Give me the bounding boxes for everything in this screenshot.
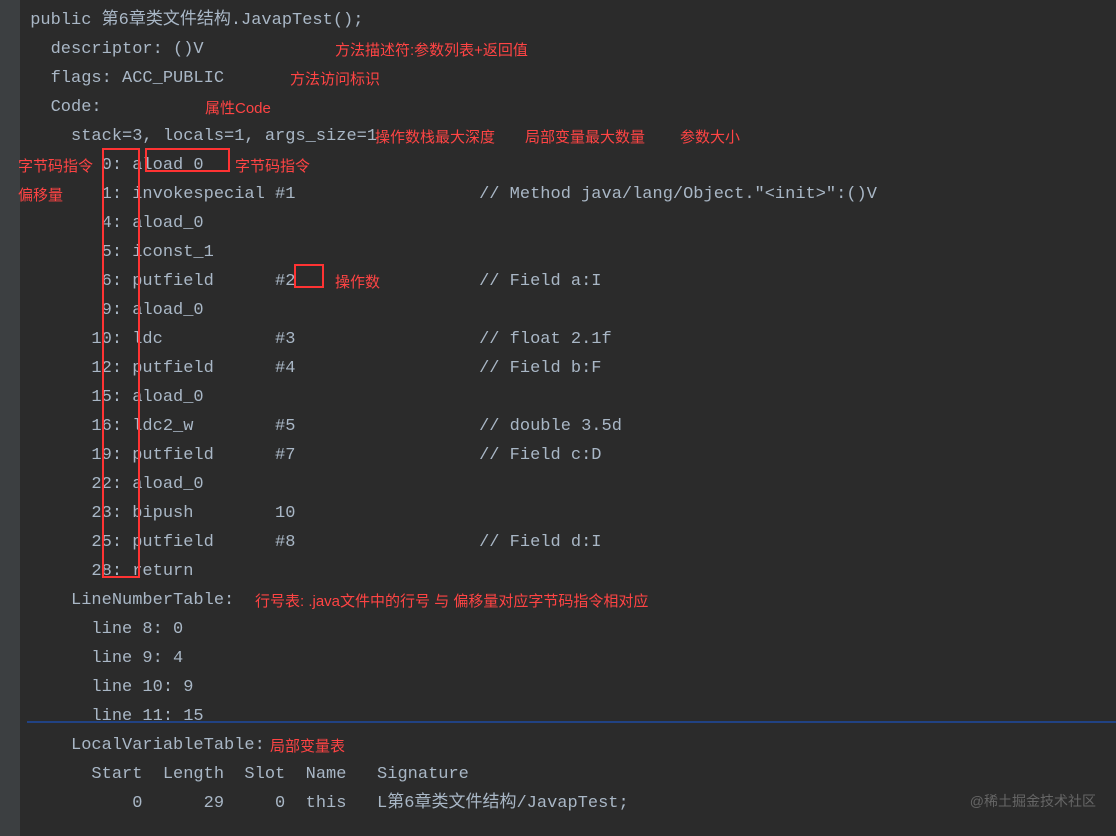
annotation-flags: 方法访问标识 [290, 65, 380, 94]
bytecode-line: 9: aload_0 [20, 296, 1116, 325]
annotation-stack: 操作数栈最大深度 [375, 123, 495, 152]
bytecode-line: 15: aload_0 [20, 383, 1116, 412]
lnt-entry: line 10: 9 [20, 673, 1116, 702]
annotation-lnt: 行号表: .java文件中的行号 与 偏移量对应字节码指令相对应 [255, 587, 648, 616]
bytecode-line: 22: aload_0 [20, 470, 1116, 499]
lvt-columns: Start Length Slot Name Signature [20, 760, 1116, 789]
method-signature: public 第6章类文件结构.JavapTest(); [20, 6, 1116, 35]
annotation-offset: 偏移量 [18, 181, 63, 210]
lnt-entry: line 8: 0 [20, 615, 1116, 644]
bytecode-line: 5: iconst_1 [20, 238, 1116, 267]
bytecode-line: 23: bipush 10 [20, 499, 1116, 528]
divider-line [27, 721, 1116, 723]
lnt-entry: line 9: 4 [20, 644, 1116, 673]
watermark: @稀土掘金技术社区 [970, 787, 1096, 816]
annotation-bytecode-instr: 字节码指令 [235, 152, 310, 181]
code-header-line: Code: [20, 93, 1116, 122]
lvt-header: LocalVariableTable: [20, 731, 1116, 760]
bytecode-line: 4: aload_0 [20, 209, 1116, 238]
bytecode-line: 19: putfield #7 // Field c:D [20, 441, 1116, 470]
annotation-bytecode-offset-label: 字节码指令 [18, 152, 93, 181]
bytecode-line: 12: putfield #4 // Field b:F [20, 354, 1116, 383]
lnt-entry: line 11: 15 [20, 702, 1116, 731]
annotation-descriptor: 方法描述符:参数列表+返回值 [335, 36, 528, 65]
annotation-operand: 操作数 [335, 268, 380, 297]
bytecode-line: 0: aload_0 [20, 151, 1116, 180]
bytecode-line: 16: ldc2_w #5 // double 3.5d [20, 412, 1116, 441]
bytecode-line: 25: putfield #8 // Field d:I [20, 528, 1116, 557]
descriptor-line: descriptor: ()V [20, 35, 1116, 64]
annotation-code: 属性Code [205, 94, 271, 123]
bytecode-line: 6: putfield #2 // Field a:I [20, 267, 1116, 296]
lvt-entry: 0 29 0 this L第6章类文件结构/JavapTest; [20, 789, 1116, 818]
bytecode-line: 1: invokespecial #1 // Method java/lang/… [20, 180, 1116, 209]
annotation-lvt: 局部变量表 [270, 732, 345, 761]
bytecode-line: 10: ldc #3 // float 2.1f [20, 325, 1116, 354]
annotation-args: 参数大小 [680, 123, 740, 152]
bytecode-line: 28: return [20, 557, 1116, 586]
annotation-locals: 局部变量最大数量 [525, 123, 645, 152]
flags-line: flags: ACC_PUBLIC [20, 64, 1116, 93]
